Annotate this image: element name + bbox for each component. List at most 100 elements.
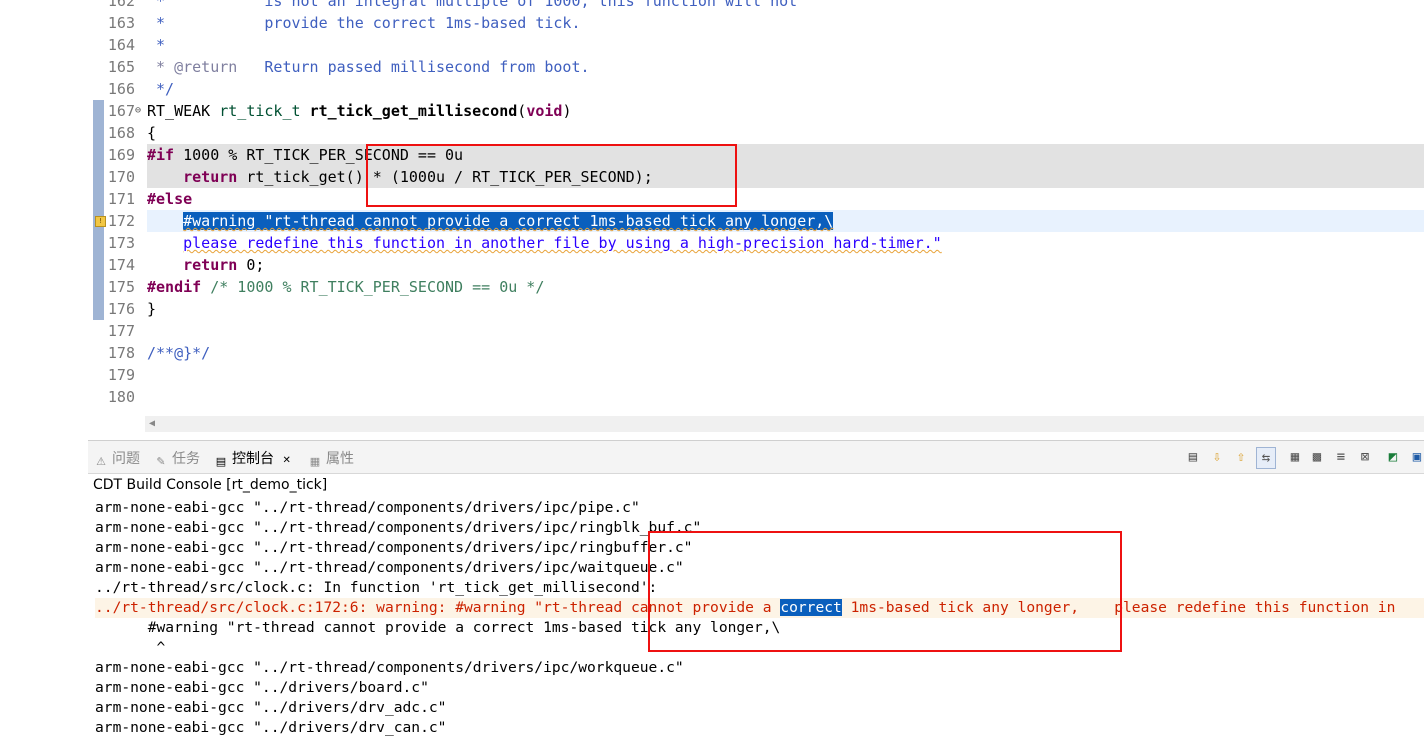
horizontal-scrollbar[interactable]: ◀ <box>145 416 1424 432</box>
code-line[interactable]: 172 #warning "rt-thread cannot provide a… <box>0 210 1424 232</box>
line-number: 163 <box>107 14 135 32</box>
code-line[interactable]: 174 return 0; <box>0 254 1424 276</box>
line-number: 170 <box>107 168 135 186</box>
code-text: * <box>147 34 165 56</box>
tab-problems[interactable]: ⚠ 问题 <box>94 449 140 469</box>
console-view: ⚠ 问题 ✎ 任务 ▤ 控制台 ✕ ▦ 属性 ▤ ⇩ ⇧ ⇆ ▦ ▩ ≡ ⊠ ◩ ▣ C… <box>88 440 1424 736</box>
line-number: 167 <box>107 102 135 120</box>
code-line[interactable]: 164 * <box>0 34 1424 56</box>
copy-icon[interactable]: ▦ <box>1286 447 1304 467</box>
clear-console-icon[interactable]: ▤ <box>1184 447 1202 467</box>
console-line: arm-none-eabi-gcc "../rt-thread/componen… <box>95 499 640 516</box>
token: /* 1000 % RT_TICK_PER_SECOND == 0u */ <box>201 278 545 296</box>
tab-console[interactable]: ▤ 控制台 ✕ <box>214 449 291 469</box>
line-number: 172 <box>107 212 135 230</box>
line-number: 175 <box>107 278 135 296</box>
previous-error-icon[interactable]: ⇧ <box>1232 447 1250 467</box>
code-text: * is not an integral multiple of 1000, t… <box>147 0 797 12</box>
console-line: arm-none-eabi-gcc "../rt-thread/componen… <box>95 519 702 536</box>
code-text: */ <box>147 78 174 100</box>
close-icon[interactable]: ✕ <box>282 455 290 466</box>
token: void <box>526 102 563 120</box>
code-line[interactable]: 167 ⊖ RT_WEAK rt_tick_t rt_tick_get_millis… <box>0 100 1424 122</box>
token: * @return <box>147 58 238 76</box>
console-line: arm-none-eabi-gcc "../drivers/board.c" <box>95 679 429 696</box>
code-text: * provide the correct 1ms-based tick. <box>147 12 580 34</box>
console-title: CDT Build Console [rt_demo_tick] <box>93 477 328 493</box>
token: ( <box>517 102 527 120</box>
console-line: arm-none-eabi-gcc "../rt-thread/componen… <box>95 539 693 556</box>
tab-properties[interactable]: ▦ 属性 <box>308 449 354 469</box>
code-line[interactable]: 178 /**@}*/ <box>0 342 1424 364</box>
code-editor[interactable]: 162 * is not an integral multiple of 100… <box>0 0 1424 440</box>
code-line[interactable]: 163 * provide the correct 1ms-based tick… <box>0 12 1424 34</box>
warning-icon[interactable]: ! <box>95 216 106 227</box>
code-text: #warning "rt-thread cannot provide a cor… <box>147 210 834 232</box>
line-number: 173 <box>107 234 135 252</box>
line-number: 174 <box>107 256 135 274</box>
line-number: 177 <box>107 322 135 340</box>
code-text: } <box>147 298 156 320</box>
tab-tasks[interactable]: ✎ 任务 <box>154 449 200 469</box>
console-line: arm-none-eabi-gcc "../drivers/drv_can.c" <box>95 719 447 736</box>
code-line[interactable]: 165 * @return Return passed millisecond … <box>0 56 1424 78</box>
next-error-icon[interactable]: ⇩ <box>1208 447 1226 467</box>
line-number: 164 <box>107 36 135 54</box>
console-icon: ▤ <box>215 455 227 468</box>
token: #endif <box>147 278 202 296</box>
properties-icon: ▦ <box>309 455 321 468</box>
code-text: /**@}*/ <box>147 342 210 364</box>
code-line[interactable]: 162 * is not an integral multiple of 100… <box>0 0 1424 12</box>
tab-problems-label: 问题 <box>112 451 140 467</box>
display-console-icon[interactable]: ▣ <box>1408 447 1424 467</box>
pin-console-icon[interactable]: ◩ <box>1384 447 1402 467</box>
token: rt_tick_t <box>219 102 310 120</box>
word-wrap-icon[interactable]: ≡ <box>1332 447 1350 467</box>
line-number: 166 <box>107 80 135 98</box>
console-line: ^ <box>95 639 166 656</box>
code-line[interactable]: 176} <box>0 298 1424 320</box>
tab-properties-label: 属性 <box>326 451 354 467</box>
token: /**@}*/ <box>147 344 211 362</box>
token: rt_tick_get_millisecond <box>309 102 518 120</box>
line-number: 171 <box>107 190 135 208</box>
line-number: 179 <box>107 366 135 384</box>
token: * provide the correct 1ms-based tick. <box>147 14 581 32</box>
token: } <box>147 300 157 318</box>
code-text: RT_WEAK rt_tick_t rt_tick_get_millisecon… <box>147 100 571 122</box>
console-line: arm-none-eabi-gcc "../rt-thread/componen… <box>95 659 684 676</box>
token: RT_WEAK <box>147 102 220 120</box>
code-text: #else <box>147 188 192 210</box>
code-line[interactable]: 168 { <box>0 122 1424 144</box>
code-line[interactable]: 166 */ <box>0 78 1424 100</box>
scroll-lock-icon[interactable]: ⇆ <box>1256 447 1276 469</box>
token: * <box>147 36 166 54</box>
code-line[interactable]: 177 <box>0 320 1424 342</box>
code-line[interactable]: 179 <box>0 364 1424 386</box>
code-text: #endif /* 1000 % RT_TICK_PER_SECOND == 0… <box>147 276 544 298</box>
console-line: ../rt-thread/src/clock.c: In function 'r… <box>95 579 658 596</box>
token: * is not an integral multiple of 1000, t… <box>147 0 798 10</box>
code-line[interactable]: 173 please redefine this function in ano… <box>0 232 1424 254</box>
scroll-left-icon[interactable]: ◀ <box>149 416 155 432</box>
line-number: 169 <box>107 146 135 164</box>
problems-icon: ⚠ <box>96 455 106 468</box>
remove-launch-icon[interactable]: ⊠ <box>1356 447 1374 467</box>
token: return <box>147 168 238 186</box>
code-text: * @return Return passed millisecond from… <box>147 56 590 78</box>
fold-toggle-icon[interactable]: ⊖ <box>135 100 145 122</box>
token: Return passed millisecond from boot. <box>237 58 590 76</box>
paste-icon[interactable]: ▩ <box>1308 447 1326 467</box>
code-line[interactable]: 180 <box>0 386 1424 408</box>
view-tab-bar: ⚠ 问题 ✎ 任务 ▤ 控制台 ✕ ▦ 属性 ▤ ⇩ ⇧ ⇆ ▦ ▩ ≡ ⊠ ◩ ▣ <box>88 441 1424 474</box>
line-number: 176 <box>107 300 135 318</box>
code-text: { <box>147 122 156 144</box>
code-line[interactable]: 175 #endif /* 1000 % RT_TICK_PER_SECOND =… <box>0 276 1424 298</box>
token: */ <box>147 80 175 98</box>
token: 0; <box>237 256 265 274</box>
code-text: return 0; <box>147 254 264 276</box>
console-line: arm-none-eabi-gcc "../rt-thread/componen… <box>95 559 684 576</box>
code-text: please redefine this function in another… <box>147 232 942 254</box>
